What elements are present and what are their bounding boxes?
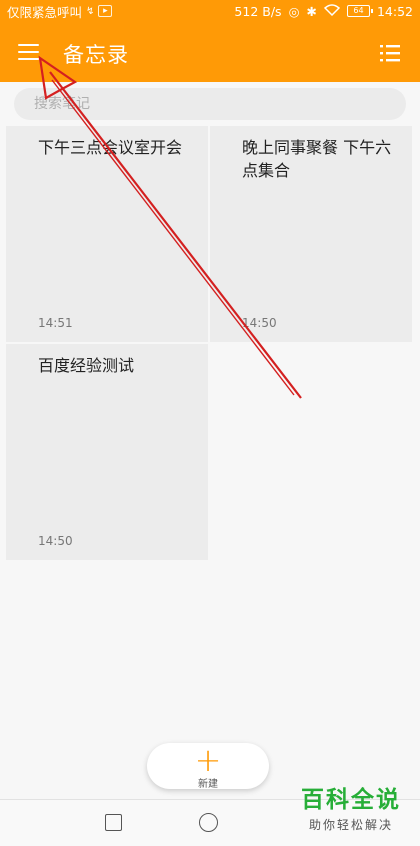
search-input[interactable] [14, 88, 406, 120]
battery-icon: 64 [346, 5, 373, 17]
carrier-text: 仅限紧急呼叫 [7, 4, 83, 20]
note-time: 14:51 [38, 316, 73, 330]
note-card[interactable]: 百度经验测试 14:50 [6, 344, 208, 560]
page-title: 备忘录 [63, 43, 129, 67]
list-view-icon[interactable] [378, 41, 402, 65]
app-notification-icon: ▸ [98, 5, 113, 17]
notification-icon: ↯ [86, 5, 95, 17]
wifi-icon [323, 3, 341, 19]
app-bar: 备忘录 [0, 22, 420, 82]
circle-home-icon[interactable] [199, 813, 218, 832]
new-note-button[interactable]: + 新建 [147, 741, 269, 790]
clock: 14:52 [376, 3, 413, 19]
note-card[interactable]: 下午三点会议室开会 14:51 [6, 126, 208, 342]
note-time: 14:50 [242, 316, 277, 330]
square-recent-apps-icon[interactable] [105, 814, 122, 831]
new-note-label: 新建 [198, 779, 218, 790]
battery-level: 64 [353, 6, 364, 15]
note-title: 百度经验测试 [38, 356, 135, 375]
vibrate-icon: ◎ [288, 3, 300, 19]
note-title: 下午三点会议室开会 [38, 138, 183, 157]
watermark-logo: 百科全说 助你轻松解决 [287, 786, 415, 838]
network-speed: 512 B/s [234, 3, 282, 19]
status-bar: 仅限紧急呼叫 ↯ ▸ 512 B/s ◎ ✱ 64 14:52 [0, 0, 420, 22]
note-card[interactable]: 晚上同事聚餐 下午六点集合 14:50 [210, 126, 412, 342]
bluetooth-icon: ✱ [306, 3, 317, 19]
note-time: 14:50 [38, 534, 73, 548]
watermark-title: 百科全说 [301, 787, 401, 813]
watermark-subtitle: 助你轻松解决 [308, 818, 393, 832]
hamburger-menu-icon[interactable] [14, 39, 44, 65]
note-title: 晚上同事聚餐 下午六点集合 [242, 138, 392, 180]
plus-icon: + [194, 741, 222, 779]
